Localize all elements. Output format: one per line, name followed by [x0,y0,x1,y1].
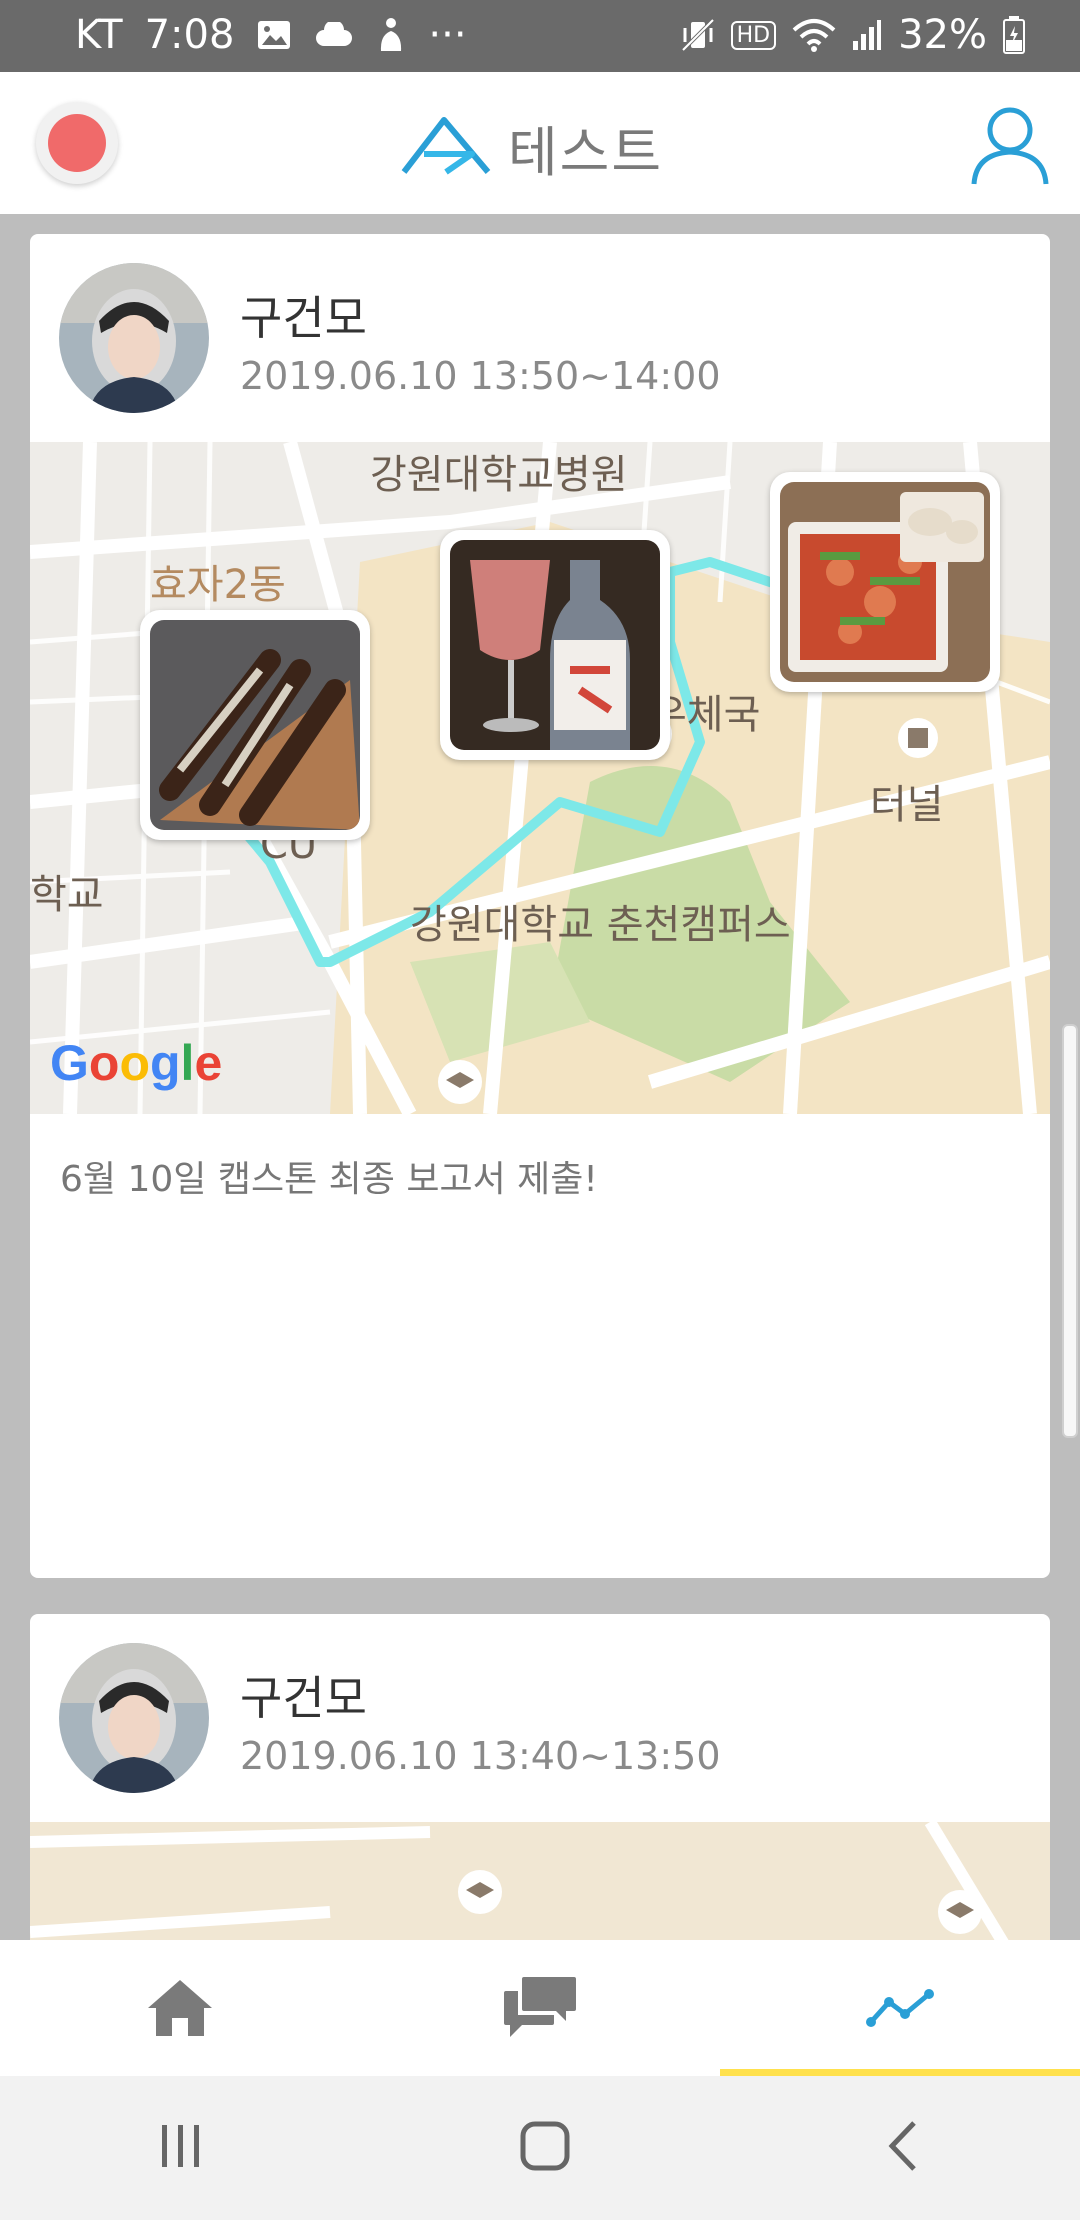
map-tiles [30,1822,1050,1940]
home-system-button[interactable] [518,2119,572,2177]
app-bar: 테스트 [0,72,1080,216]
route-map[interactable] [30,1822,1050,1940]
profile-button[interactable] [968,102,1052,186]
map-label: 강원대학교 춘천캠퍼스 [410,902,791,948]
cloud-icon [314,22,354,48]
accessibility-icon [376,17,406,53]
app-brand: 테스트 [400,108,663,187]
route-map[interactable]: 강원대학교병원 효자2동 우체국 터널 CU 학교 강원대학교 춘천캠퍼스 Go… [30,442,1050,1114]
feed-card[interactable]: 구건모 2019.06.10 13:40~13:50 [30,1614,1050,1940]
map-label: 효자2동 [150,562,286,608]
battery-percent: 32% [898,12,987,58]
user-icon [971,107,1049,185]
feed-list[interactable]: 구건모 2019.06.10 13:50~14:00 강원대학교병원 효자2동 … [0,214,1080,1940]
time-range: 2019.06.10 13:50~14:00 [240,354,721,398]
author-name: 구건모 [240,1671,367,1725]
signal-icon [852,19,882,51]
time-range: 2019.06.10 13:40~13:50 [240,1734,721,1778]
record-button[interactable] [36,102,118,184]
chat-icon [504,1977,576,2037]
card-header: 구건모 2019.06.10 13:40~13:50 [30,1614,1050,1822]
home-icon [148,1980,212,2036]
drink-photo [450,540,660,750]
nav-timeline[interactable] [720,1940,1080,2076]
map-label: 터널 [870,782,944,828]
photo-pin[interactable] [770,472,1000,692]
google-attribution: Google [50,1035,223,1091]
app-title: 테스트 [508,121,664,184]
record-dot-icon [48,114,106,172]
hd-badge: HD [730,20,777,50]
avatar[interactable] [59,1643,209,1793]
carrier-label: KT [75,12,123,58]
status-bar: KT 7:08 ··· HD 32% [0,0,1080,72]
clock: 7:08 [144,12,235,58]
card-header: 구건모 2019.06.10 13:50~14:00 [30,234,1050,442]
back-button[interactable] [884,2119,924,2177]
food-photo-skewers [150,620,360,830]
author-name: 구건모 [240,291,367,345]
map-label: 강원대학교병원 [370,452,628,498]
post-caption: 6월 10일 캡스톤 최종 보고서 제출! [60,1159,598,1200]
bottom-navigation [0,1940,1080,2076]
vibrate-icon [681,18,715,52]
system-navigation [0,2076,1080,2220]
wifi-icon [792,18,836,52]
scrollbar[interactable] [1062,1024,1078,1438]
feed-card[interactable]: 구건모 2019.06.10 13:50~14:00 강원대학교병원 효자2동 … [30,234,1050,1578]
more-notifications-icon: ··· [428,12,467,58]
photo-pin[interactable] [440,530,670,760]
recents-icon [162,2125,199,2167]
home-square-icon [520,2121,570,2171]
nav-chat[interactable] [360,1940,720,2076]
gallery-icon [256,19,292,51]
nav-home[interactable] [0,1940,360,2076]
logo-icon [400,114,492,182]
avatar[interactable] [59,263,209,413]
trend-icon [866,1989,934,2027]
battery-icon [1003,16,1025,54]
photo-pin[interactable] [140,610,370,840]
map-label: 학교 [30,872,104,918]
recent-apps-button[interactable] [156,2121,206,2175]
food-photo-tteokbokki [780,482,990,682]
back-icon [888,2121,916,2171]
